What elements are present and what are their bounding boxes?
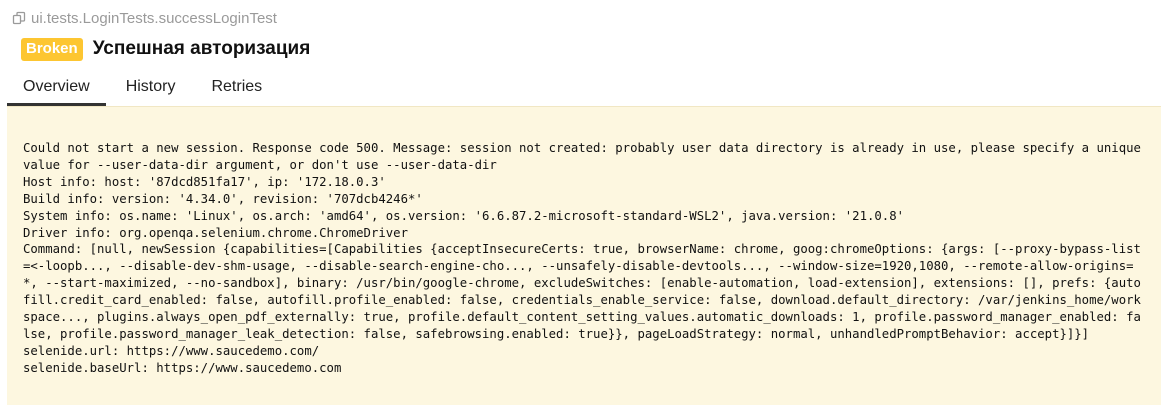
test-tabs: Overview History Retries <box>7 68 1161 106</box>
status-badge: Broken <box>21 37 83 61</box>
tab-retries[interactable]: Retries <box>195 68 278 106</box>
test-full-name[interactable]: ui.tests.LoginTests.successLoginTest <box>31 10 277 27</box>
copy-icon[interactable] <box>12 11 26 25</box>
test-path-row: ui.tests.LoginTests.successLoginTest <box>12 8 277 28</box>
test-title: Успешная авторизация <box>92 38 311 59</box>
message-line: Driver info: org.openqa.selenium.chrome.… <box>23 225 408 240</box>
error-message-panel: Could not start a new session. Response … <box>7 106 1161 405</box>
test-title-row: Broken Успешная авторизация <box>21 36 310 62</box>
error-message-text: Could not start a new session. Response … <box>23 140 1148 377</box>
message-line: Build info: version: '4.34.0', revision:… <box>23 191 423 206</box>
message-line: selenide.url: https://www.saucedemo.com/ <box>23 343 320 358</box>
message-line: System info: os.name: 'Linux', os.arch: … <box>23 208 904 223</box>
tab-history[interactable]: History <box>110 68 192 106</box>
message-line: Host info: host: '87dcd851fa17', ip: '17… <box>23 174 386 189</box>
message-line: selenide.baseUrl: https://www.saucedemo.… <box>23 360 342 375</box>
tab-overview[interactable]: Overview <box>7 68 106 106</box>
message-line: Could not start a new session. Response … <box>23 141 1149 172</box>
message-line: Command: [null, newSession {capabilities… <box>23 242 1141 341</box>
